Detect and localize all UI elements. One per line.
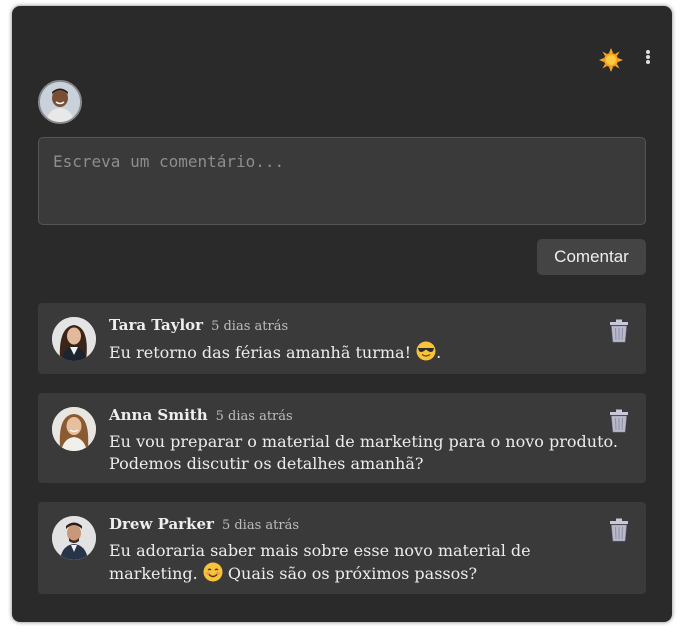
comment-card: Drew Parker 5 dias atrás Eu adoraria sabe…: [38, 502, 646, 594]
trash-icon[interactable]: [608, 518, 630, 542]
sun-icon[interactable]: [599, 48, 623, 72]
menu-dot: [646, 55, 650, 59]
comment-text: Eu adoraria saber mais sobre esse novo m…: [109, 540, 619, 588]
comment-text: Eu vou preparar o material de marketing …: [109, 432, 618, 473]
menu-dot: [646, 60, 650, 64]
comment-timestamp: 5 dias atrás: [211, 319, 289, 334]
smiling-face-with-sunglasses-emoji: [416, 341, 436, 367]
comment-timestamp: 5 dias atrás: [221, 518, 299, 533]
menu-dot: [646, 50, 650, 54]
trash-icon[interactable]: [608, 319, 630, 343]
author-avatar: [52, 516, 96, 560]
comment-card: Tara Taylor 5 dias atrás Eu retorno das f…: [38, 303, 646, 374]
comment-input[interactable]: [38, 137, 646, 225]
comment-submit-button[interactable]: Comentar: [537, 239, 646, 275]
author-avatar: [52, 317, 96, 361]
smiling-face-emoji: [203, 562, 223, 588]
author-name: Tara Taylor: [109, 316, 204, 334]
author-avatar: [52, 407, 96, 451]
comment-timestamp: 5 dias atrás: [215, 409, 293, 424]
more-options-icon[interactable]: [640, 46, 656, 68]
author-name: Drew Parker: [109, 515, 214, 533]
comment-text-part: Quais são os próximos passos?: [227, 564, 478, 583]
comment-author: Anna Smith 5 dias atrás: [109, 406, 293, 424]
comment-card: Anna Smith 5 dias atrás Eu vou preparar o…: [38, 393, 646, 483]
trash-icon[interactable]: [608, 409, 630, 433]
comment-text-part: .: [436, 343, 442, 362]
author-name: Anna Smith: [109, 406, 208, 424]
comment-author: Drew Parker 5 dias atrás: [109, 515, 299, 533]
comment-text-part: Eu retorno das férias amanhã turma!: [109, 343, 411, 362]
comment-author: Tara Taylor 5 dias atrás: [109, 316, 288, 334]
current-user-avatar: [38, 80, 82, 124]
comment-text: Eu retorno das férias amanhã turma! .: [109, 341, 619, 367]
